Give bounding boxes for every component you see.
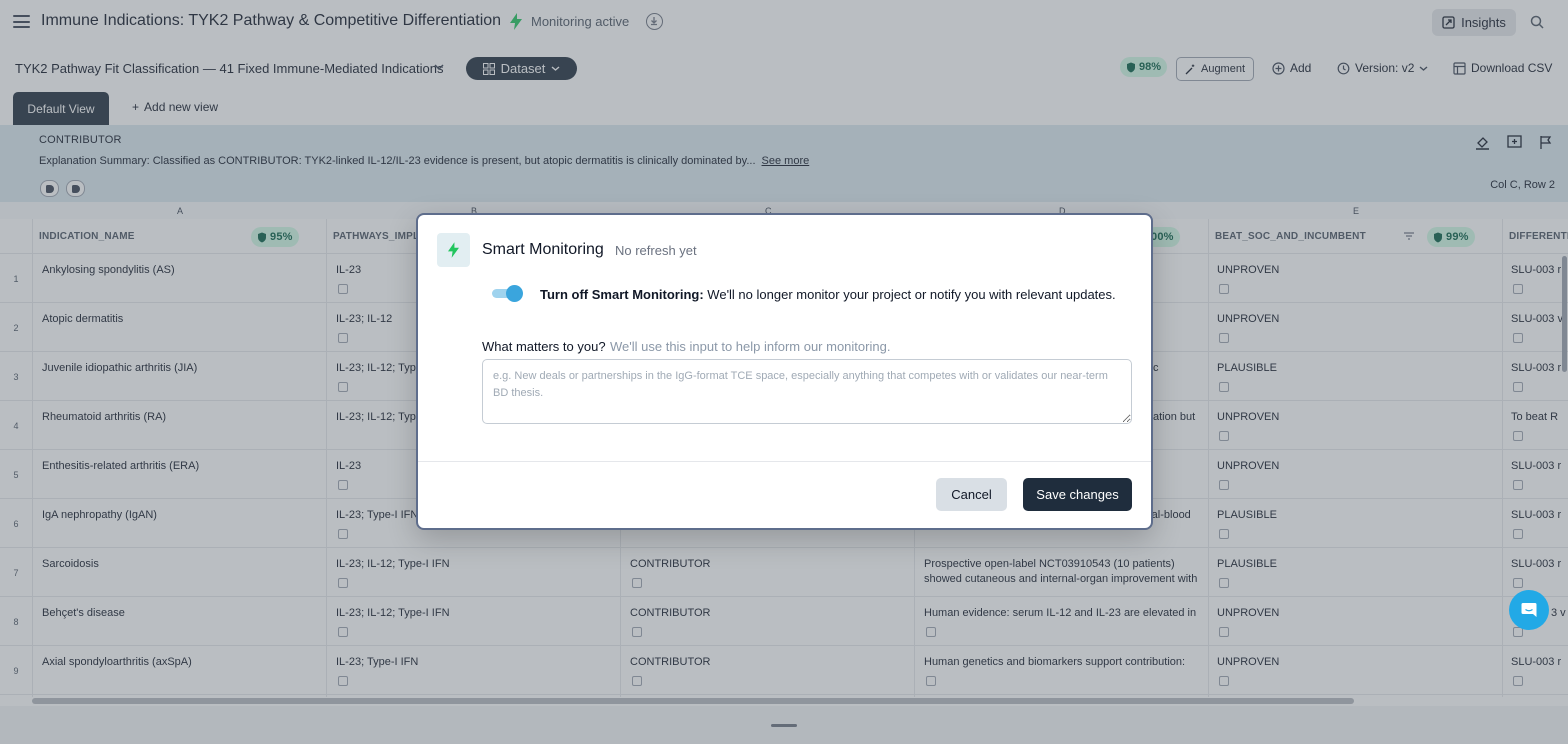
modal-icon [437, 233, 470, 267]
toggle-knob [506, 285, 523, 302]
smart-monitoring-toggle[interactable] [492, 285, 524, 302]
question-hint: We'll use this input to help inform our … [610, 339, 891, 354]
modal-divider [418, 461, 1151, 462]
what-matters-input[interactable] [482, 359, 1132, 424]
smart-monitoring-dialog: Smart Monitoring No refresh yet Turn off… [416, 213, 1153, 530]
chat-icon [1521, 603, 1537, 617]
toggle-title: Turn off Smart Monitoring: [540, 287, 704, 302]
question-label: What matters to you? [482, 339, 606, 354]
modal-title: Smart Monitoring [482, 241, 604, 258]
bolt-icon [448, 242, 459, 258]
chat-button[interactable] [1509, 590, 1549, 630]
toggle-detail: We'll no longer monitor your project or … [703, 287, 1116, 302]
cancel-button[interactable]: Cancel [936, 478, 1007, 511]
modal-subtitle: No refresh yet [615, 243, 697, 258]
toggle-description: Turn off Smart Monitoring: We'll no long… [540, 287, 1116, 302]
save-changes-button[interactable]: Save changes [1023, 478, 1132, 511]
